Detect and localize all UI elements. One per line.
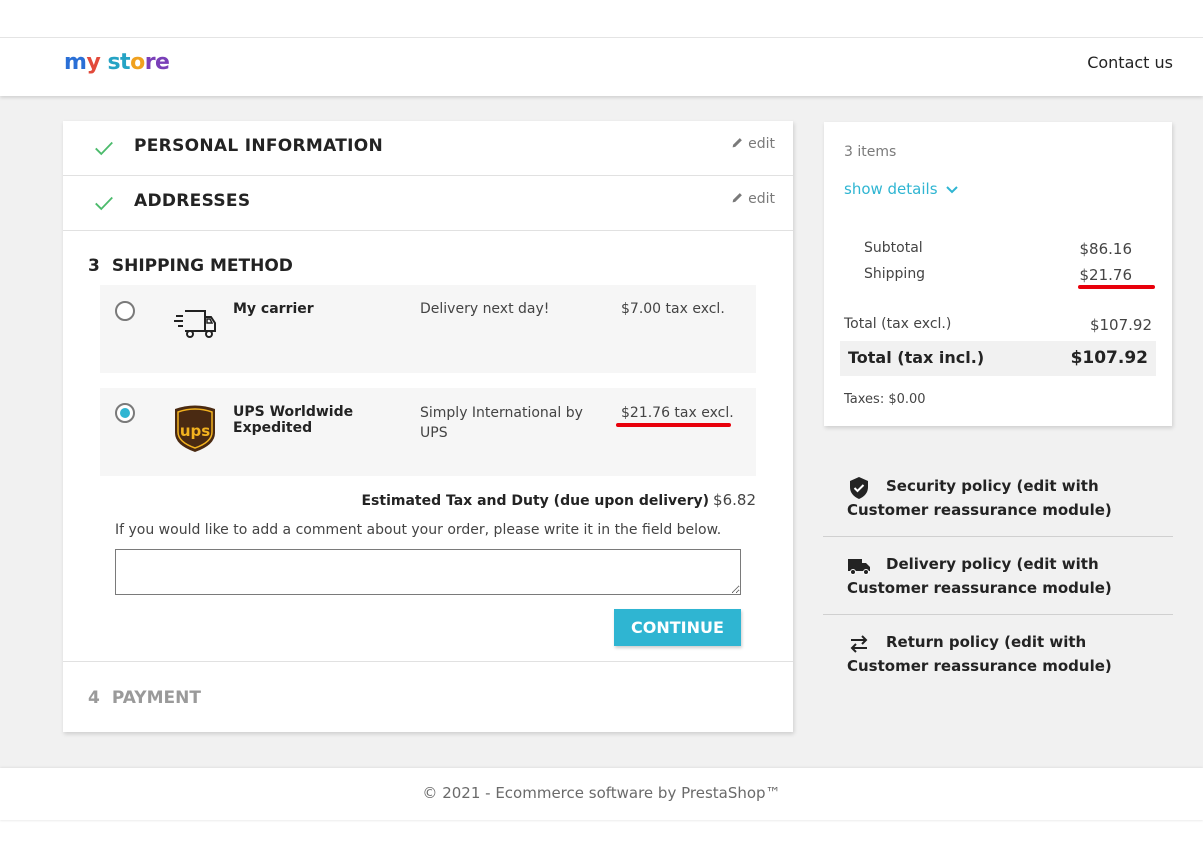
carrier-name: My carrier	[233, 301, 314, 317]
pencil-icon	[732, 138, 742, 148]
reassurance-return: Return policy (edit with Customer reassu…	[823, 630, 1173, 690]
highlight-underline	[1078, 285, 1155, 289]
step-title: ADDRESSES	[134, 191, 251, 211]
show-details-link[interactable]: show details	[844, 180, 958, 198]
step-shipping-method-title: 3 SHIPPING METHOD	[88, 256, 293, 276]
total-excl-label: Total (tax excl.)	[844, 316, 952, 332]
total-incl-value: $107.92	[1070, 348, 1148, 368]
carrier-radio[interactable]	[115, 301, 135, 321]
highlight-underline	[616, 423, 731, 427]
reassurance-text: Delivery policy (edit with Customer reas…	[847, 555, 1112, 597]
order-comment-field[interactable]	[115, 549, 741, 595]
pencil-icon	[732, 193, 742, 203]
step-number: 3	[88, 256, 100, 276]
checkout-steps: PERSONAL INFORMATION edit ADDRESSES edit…	[63, 121, 793, 732]
svg-text:ups: ups	[180, 422, 210, 440]
subtotal-value: $86.16	[1079, 240, 1133, 258]
subtotal-label: Subtotal	[864, 240, 923, 256]
reassurance-text: Return policy (edit with Customer reassu…	[847, 633, 1112, 675]
carrier-option-my-carrier[interactable]: My carrier Delivery next day! $7.00 tax …	[100, 285, 756, 373]
contact-us-link[interactable]: Contact us	[1087, 53, 1173, 72]
carrier-radio-selected[interactable]	[115, 403, 135, 423]
step-payment-title[interactable]: 4 PAYMENT	[88, 688, 201, 708]
divider	[63, 661, 793, 662]
step-personal-information[interactable]: PERSONAL INFORMATION edit	[63, 121, 793, 176]
total-excl-value: $107.92	[1089, 316, 1152, 334]
estimated-tax-duty: Estimated Tax and Duty (due upon deliver…	[361, 491, 756, 509]
reassurance-text: Security policy (edit with Customer reas…	[847, 477, 1112, 519]
check-icon	[95, 141, 113, 156]
total-incl-row: Total (tax incl.) $107.92	[840, 341, 1156, 376]
items-count: 3 items	[844, 144, 897, 160]
site-footer: © 2021 - Ecommerce software by PrestaSho…	[0, 768, 1203, 820]
carrier-option-ups[interactable]: ups UPS Worldwide Expedited Simply Inter…	[100, 388, 756, 476]
edit-addresses-link[interactable]: edit	[731, 191, 775, 207]
store-logo[interactable]: my store	[64, 50, 170, 75]
step-number: 4	[88, 688, 100, 708]
edit-personal-information-link[interactable]: edit	[731, 136, 775, 152]
carrier-delay: Delivery next day!	[420, 301, 550, 317]
carrier-delay: Simply International by UPS	[420, 405, 583, 441]
chevron-down-icon	[945, 186, 958, 194]
carrier-price: $21.76 tax excl.	[621, 405, 734, 421]
reassurance-delivery: Delivery policy (edit with Customer reas…	[823, 552, 1173, 615]
step-addresses[interactable]: ADDRESSES edit	[63, 176, 793, 231]
comment-label: If you would like to add a comment about…	[115, 522, 722, 538]
divider	[823, 614, 1173, 615]
carrier-price: $7.00 tax excl.	[621, 301, 725, 317]
site-header: my store Contact us	[0, 38, 1203, 96]
top-bar	[0, 0, 1203, 38]
footer-copyright[interactable]: © 2021 - Ecommerce software by PrestaSho…	[0, 784, 1203, 802]
cart-summary: 3 items show details Subtotal $86.16 Shi…	[824, 122, 1172, 426]
shipping-value: $21.76	[1079, 266, 1133, 284]
shipping-label: Shipping	[864, 266, 926, 282]
ups-logo: ups	[175, 405, 215, 452]
continue-button[interactable]: CONTINUE	[614, 609, 741, 646]
divider	[823, 536, 1173, 537]
truck-icon	[174, 310, 216, 338]
step-title: PERSONAL INFORMATION	[134, 136, 384, 156]
carrier-name: UPS Worldwide Expedited	[233, 404, 354, 436]
total-incl-label: Total (tax incl.)	[848, 348, 985, 367]
reassurance-security: Security policy (edit with Customer reas…	[823, 474, 1173, 537]
taxes-line: Taxes: $0.00	[844, 392, 926, 407]
check-icon	[95, 196, 113, 211]
